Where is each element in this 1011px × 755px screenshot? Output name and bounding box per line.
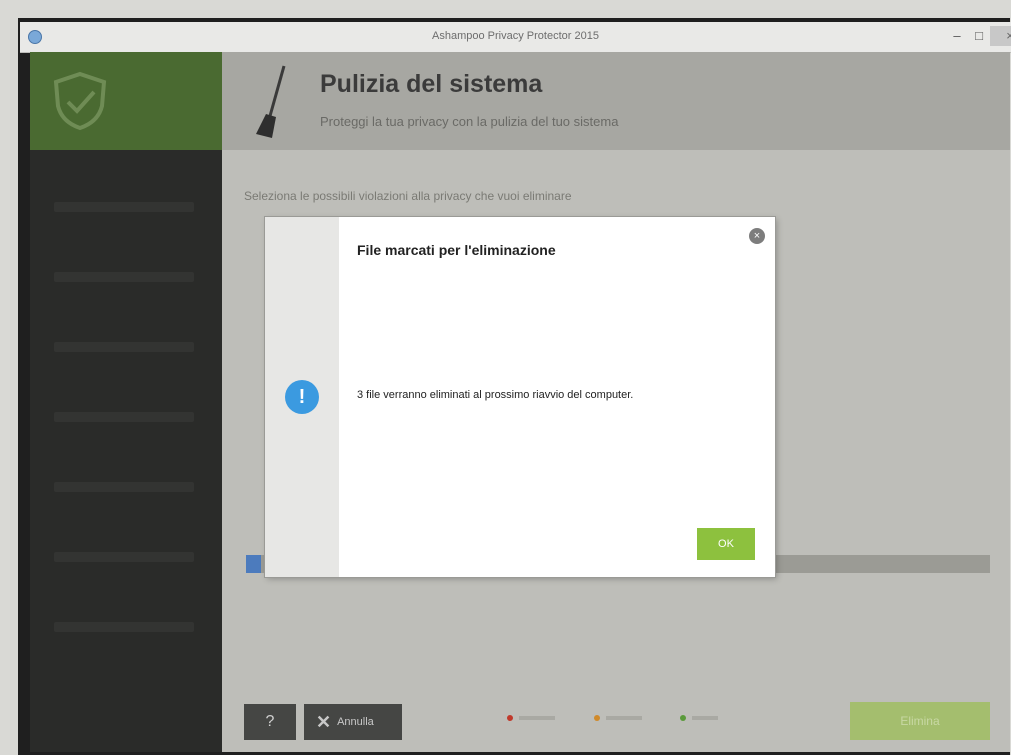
broom-icon (256, 65, 286, 138)
legend-item-orange (594, 713, 642, 724)
dialog-icon-panel: ! (265, 217, 339, 577)
progress-fill (246, 555, 261, 573)
page-header: Pulizia del sistema Proteggi la tua priv… (222, 52, 1010, 150)
window-title: Ashampoo Privacy Protector 2015 (432, 30, 599, 42)
sidebar-item[interactable] (54, 622, 194, 632)
dialog-close-icon[interactable]: × (749, 228, 765, 244)
cancel-button[interactable]: ✕ Annulla (304, 704, 402, 740)
shield-logo-icon (53, 71, 107, 131)
ok-button[interactable]: OK (697, 528, 755, 560)
sidebar-header (30, 52, 222, 150)
page-title: Pulizia del sistema (320, 70, 543, 98)
sidebar-item[interactable] (54, 342, 194, 352)
maximize-button[interactable]: □ (970, 26, 988, 46)
sidebar-item[interactable] (54, 482, 194, 492)
sidebar-item[interactable] (54, 202, 194, 212)
clean-button[interactable]: Elimina (850, 702, 990, 740)
cancel-label: Annulla (337, 716, 374, 728)
page-subtitle: Proteggi la tua privacy con la pulizia d… (320, 114, 619, 129)
dialog-message: 3 file verranno eliminati al prossimo ri… (357, 389, 634, 401)
title-bar: Ashampoo Privacy Protector 2015 – □ × (20, 22, 1011, 53)
sidebar-item[interactable] (54, 412, 194, 422)
sidebar-item[interactable] (54, 552, 194, 562)
select-hint: Seleziona le possibili violazioni alla p… (244, 189, 572, 203)
minimize-button[interactable]: – (948, 26, 966, 46)
green-dot-icon (680, 715, 686, 722)
legend-item-red (507, 713, 555, 724)
sidebar (30, 52, 222, 752)
help-button[interactable]: ? (244, 704, 296, 740)
red-dot-icon (507, 715, 513, 722)
orange-dot-icon (594, 715, 600, 722)
sidebar-item[interactable] (54, 272, 194, 282)
close-button[interactable]: × (990, 26, 1011, 46)
confirmation-dialog: ! File marcati per l'eliminazione × 3 fi… (265, 217, 775, 577)
info-icon: ! (285, 380, 319, 414)
dialog-title: File marcati per l'eliminazione (357, 242, 556, 258)
legend-item-green (680, 713, 718, 724)
close-x-icon: ✕ (316, 712, 332, 733)
